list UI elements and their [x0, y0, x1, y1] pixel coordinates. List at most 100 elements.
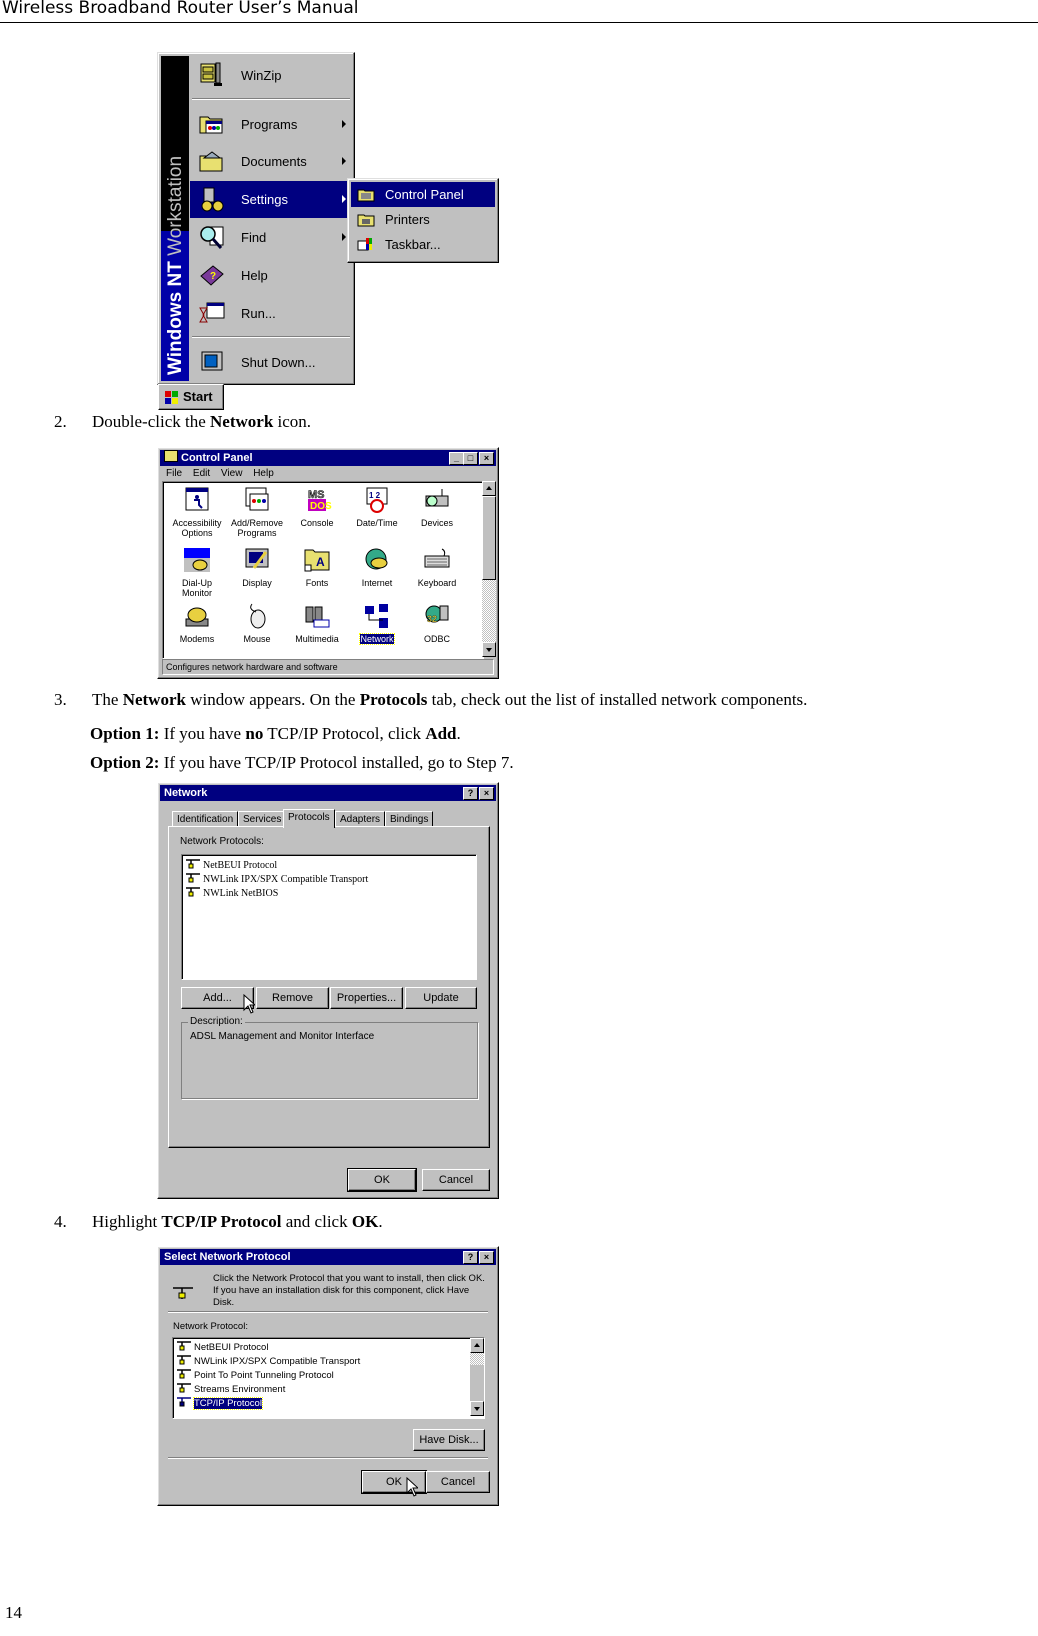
tab-protocols[interactable]: Protocols	[283, 809, 335, 828]
menu-item-find[interactable]: Find	[190, 219, 352, 256]
cancel-button[interactable]: Cancel	[422, 1169, 490, 1191]
tab-services[interactable]: Services	[238, 811, 287, 827]
vertical-scrollbar[interactable]	[482, 481, 496, 657]
network-protocol-label: Network Protocol:	[173, 1321, 248, 1332]
option-2: Option 2: If you have TCP/IP Protocol in…	[90, 753, 514, 772]
menu-item-settings[interactable]: Settings	[190, 181, 352, 218]
remove-button[interactable]: Remove	[256, 987, 329, 1009]
submenu-arrow-icon	[342, 157, 346, 165]
menu-edit[interactable]: Edit	[193, 468, 210, 479]
protocol-list-item[interactable]: Streams Environment	[176, 1382, 285, 1396]
cp-item-add-remove-programs[interactable]: Add/Remove Programs	[227, 486, 287, 538]
scroll-up-button[interactable]	[482, 481, 496, 496]
cp-item-modems[interactable]: Modems	[167, 602, 227, 644]
cp-item-mouse[interactable]: Mouse	[227, 602, 287, 644]
ok-button[interactable]: OK	[347, 1168, 417, 1192]
submenu-item-control-panel[interactable]: Control Panel	[351, 182, 495, 207]
scroll-down-button[interactable]	[482, 642, 496, 657]
step-2: 2. Double-click the Network icon.	[54, 412, 312, 431]
description-group: Description: ADSL Management and Monitor…	[181, 1016, 478, 1099]
accessibility-icon	[185, 487, 209, 511]
cp-item-odbc[interactable]: 32 ODBC	[407, 602, 467, 644]
protocol-icon	[173, 1287, 193, 1299]
menu-item-help[interactable]: ? Help	[190, 257, 352, 294]
cp-item-internet[interactable]: Internet	[347, 546, 407, 588]
close-button[interactable]: ×	[479, 452, 494, 465]
protocol-list-item[interactable]: Point To Point Tunneling Protocol	[176, 1368, 334, 1382]
protocol-list-item[interactable]: NWLink NetBIOS	[185, 886, 278, 900]
cp-item-date-time[interactable]: 1 2 Date/Time	[347, 486, 407, 528]
cp-item-fonts[interactable]: A Fonts	[287, 546, 347, 588]
close-button[interactable]: ×	[479, 787, 494, 800]
fonts-folder-icon: A	[304, 549, 330, 572]
cp-item-display[interactable]: Display	[227, 546, 287, 588]
cp-item-dial-up-monitor[interactable]: Dial-Up Monitor	[167, 546, 227, 598]
network-protocol-list[interactable]: NetBEUI Protocol NWLink IPX/SPX Compatib…	[172, 1337, 485, 1419]
page-header: Wireless Broadband Router User’s Manual	[0, 0, 1038, 23]
tab-adapters[interactable]: Adapters	[335, 811, 386, 827]
maximize-button[interactable]: □	[463, 452, 478, 465]
protocol-list-item[interactable]: NWLink IPX/SPX Compatible Transport	[185, 872, 368, 886]
menu-view[interactable]: View	[221, 468, 243, 479]
protocol-list-item-selected[interactable]: TCP/IP Protocol	[176, 1396, 263, 1410]
help-button[interactable]: ?	[463, 1251, 478, 1264]
network-dialog: Network ? × Identification Services Prot…	[157, 782, 499, 1199]
scroll-thumb[interactable]	[482, 496, 496, 580]
cp-item-multimedia[interactable]: Multimedia	[287, 602, 347, 644]
cp-item-keyboard[interactable]: Keyboard	[407, 546, 467, 588]
tab-identification[interactable]: Identification	[172, 811, 239, 827]
cp-item-accessibility-options[interactable]: Accessibility Options	[167, 486, 227, 538]
menu-item-winzip[interactable]: WinZip	[190, 56, 352, 96]
control-panel-icon	[164, 450, 178, 462]
cancel-button[interactable]: Cancel	[426, 1471, 490, 1493]
menu-item-documents[interactable]: Documents	[190, 143, 352, 180]
mouse-pointer-icon	[406, 1477, 418, 1497]
instructions-text: Click the Network Protocol that you want…	[213, 1273, 485, 1308]
menu-file[interactable]: File	[166, 468, 182, 479]
banner-text-light: Workstation	[165, 155, 186, 262]
scroll-down-button[interactable]	[470, 1401, 484, 1416]
submenu-item-taskbar[interactable]: Taskbar...	[351, 232, 495, 257]
have-disk-button[interactable]: Have Disk...	[413, 1429, 485, 1451]
network-protocols-list[interactable]: NetBEUI Protocol NWLink IPX/SPX Compatib…	[181, 854, 477, 980]
protocol-icon	[177, 1341, 191, 1351]
submenu-arrow-icon	[342, 120, 346, 128]
submenu-item-printers[interactable]: Printers	[351, 207, 495, 232]
multimedia-icon	[305, 606, 330, 628]
documents-folder-icon	[199, 151, 223, 172]
menu-item-programs[interactable]: Programs	[190, 106, 352, 143]
close-button[interactable]: ×	[479, 1251, 494, 1264]
cp-item-network[interactable]: Network	[347, 602, 407, 645]
protocol-list-item[interactable]: NetBEUI Protocol	[176, 1340, 268, 1354]
protocols-tab-panel: Network Protocols: NetBEUI Protocol NWLi…	[168, 826, 490, 1148]
svg-text:A: A	[316, 555, 325, 569]
help-button[interactable]: ?	[463, 787, 478, 800]
internet-globe-icon	[365, 548, 388, 570]
cp-item-console[interactable]: MS DOS Console	[287, 486, 347, 528]
banner-text-bold: Windows NT	[165, 261, 186, 375]
cp-item-devices[interactable]: Devices	[407, 486, 467, 528]
scroll-track[interactable]	[470, 1353, 484, 1365]
svg-text:32: 32	[427, 614, 437, 624]
menu-item-shut-down[interactable]: Shut Down...	[190, 344, 352, 381]
option-1: Option 1: If you have no TCP/IP Protocol…	[90, 724, 461, 743]
select-network-protocol-dialog: Select Network Protocol ? × Click the Ne…	[157, 1246, 499, 1506]
menu-item-run[interactable]: Run...	[190, 295, 352, 332]
minimize-button[interactable]: _	[449, 452, 464, 465]
tab-bindings[interactable]: Bindings	[385, 811, 434, 827]
vertical-scrollbar[interactable]	[470, 1338, 484, 1416]
date-time-icon: 1 2	[366, 487, 388, 513]
update-button[interactable]: Update	[405, 987, 477, 1009]
page-number: 14	[5, 1603, 22, 1622]
scroll-up-button[interactable]	[470, 1338, 484, 1353]
scroll-up-arrow-icon	[486, 486, 492, 490]
help-book-icon: ?	[200, 265, 224, 286]
protocol-list-item[interactable]: NetBEUI Protocol	[185, 858, 277, 872]
network-dialog-titlebar: Network ? ×	[160, 785, 496, 801]
protocol-list-item[interactable]: NWLink IPX/SPX Compatible Transport	[176, 1354, 360, 1368]
properties-button[interactable]: Properties...	[330, 987, 403, 1009]
submenu-arrow-icon	[342, 233, 346, 241]
protocol-icon	[177, 1369, 191, 1379]
menu-help[interactable]: Help	[253, 468, 274, 479]
start-button[interactable]: Start	[158, 384, 224, 410]
